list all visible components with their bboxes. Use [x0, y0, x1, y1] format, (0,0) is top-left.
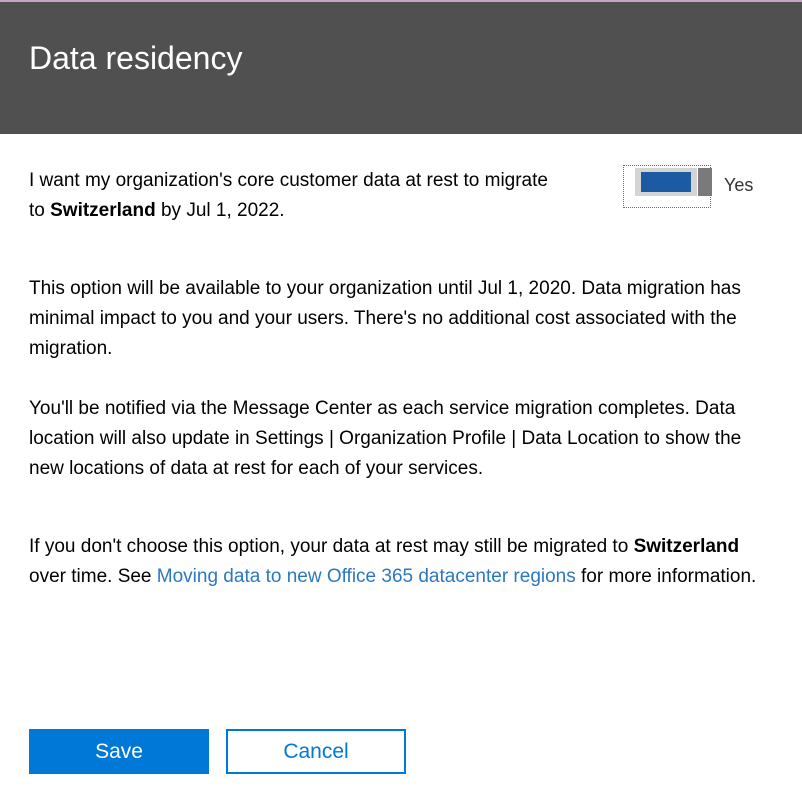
toggle-thumb[interactable] [698, 168, 712, 196]
toggle-state-label: Yes [724, 175, 754, 195]
toggle-fill [641, 172, 691, 192]
notification-text: You'll be notified via the Message Cente… [29, 398, 742, 479]
fallback-text-after: for more information. [575, 566, 757, 587]
datacenter-regions-link[interactable]: Moving data to new Office 365 datacenter… [157, 566, 576, 587]
fallback-text-before: If you don't choose this option, your da… [29, 536, 634, 557]
data-residency-panel: Data residency I want my organization's … [0, 0, 802, 798]
panel-header: Data residency [0, 2, 802, 134]
option-location: Switzerland [50, 200, 156, 221]
option-text-after: by Jul 1, 2022. [155, 200, 285, 221]
fallback-text: If you don't choose this option, your da… [29, 532, 774, 592]
cancel-button[interactable]: Cancel [226, 729, 406, 774]
fallback-location: Switzerland [633, 536, 740, 557]
migration-toggle[interactable] [623, 165, 712, 208]
save-button[interactable]: Save [29, 729, 209, 774]
availability-text: This option will be available to your or… [29, 278, 741, 359]
page-title: Data residency [29, 40, 243, 76]
fallback-text-middle: over time. See [29, 566, 157, 587]
migration-option-text: I want my organization's core customer d… [29, 166, 549, 226]
